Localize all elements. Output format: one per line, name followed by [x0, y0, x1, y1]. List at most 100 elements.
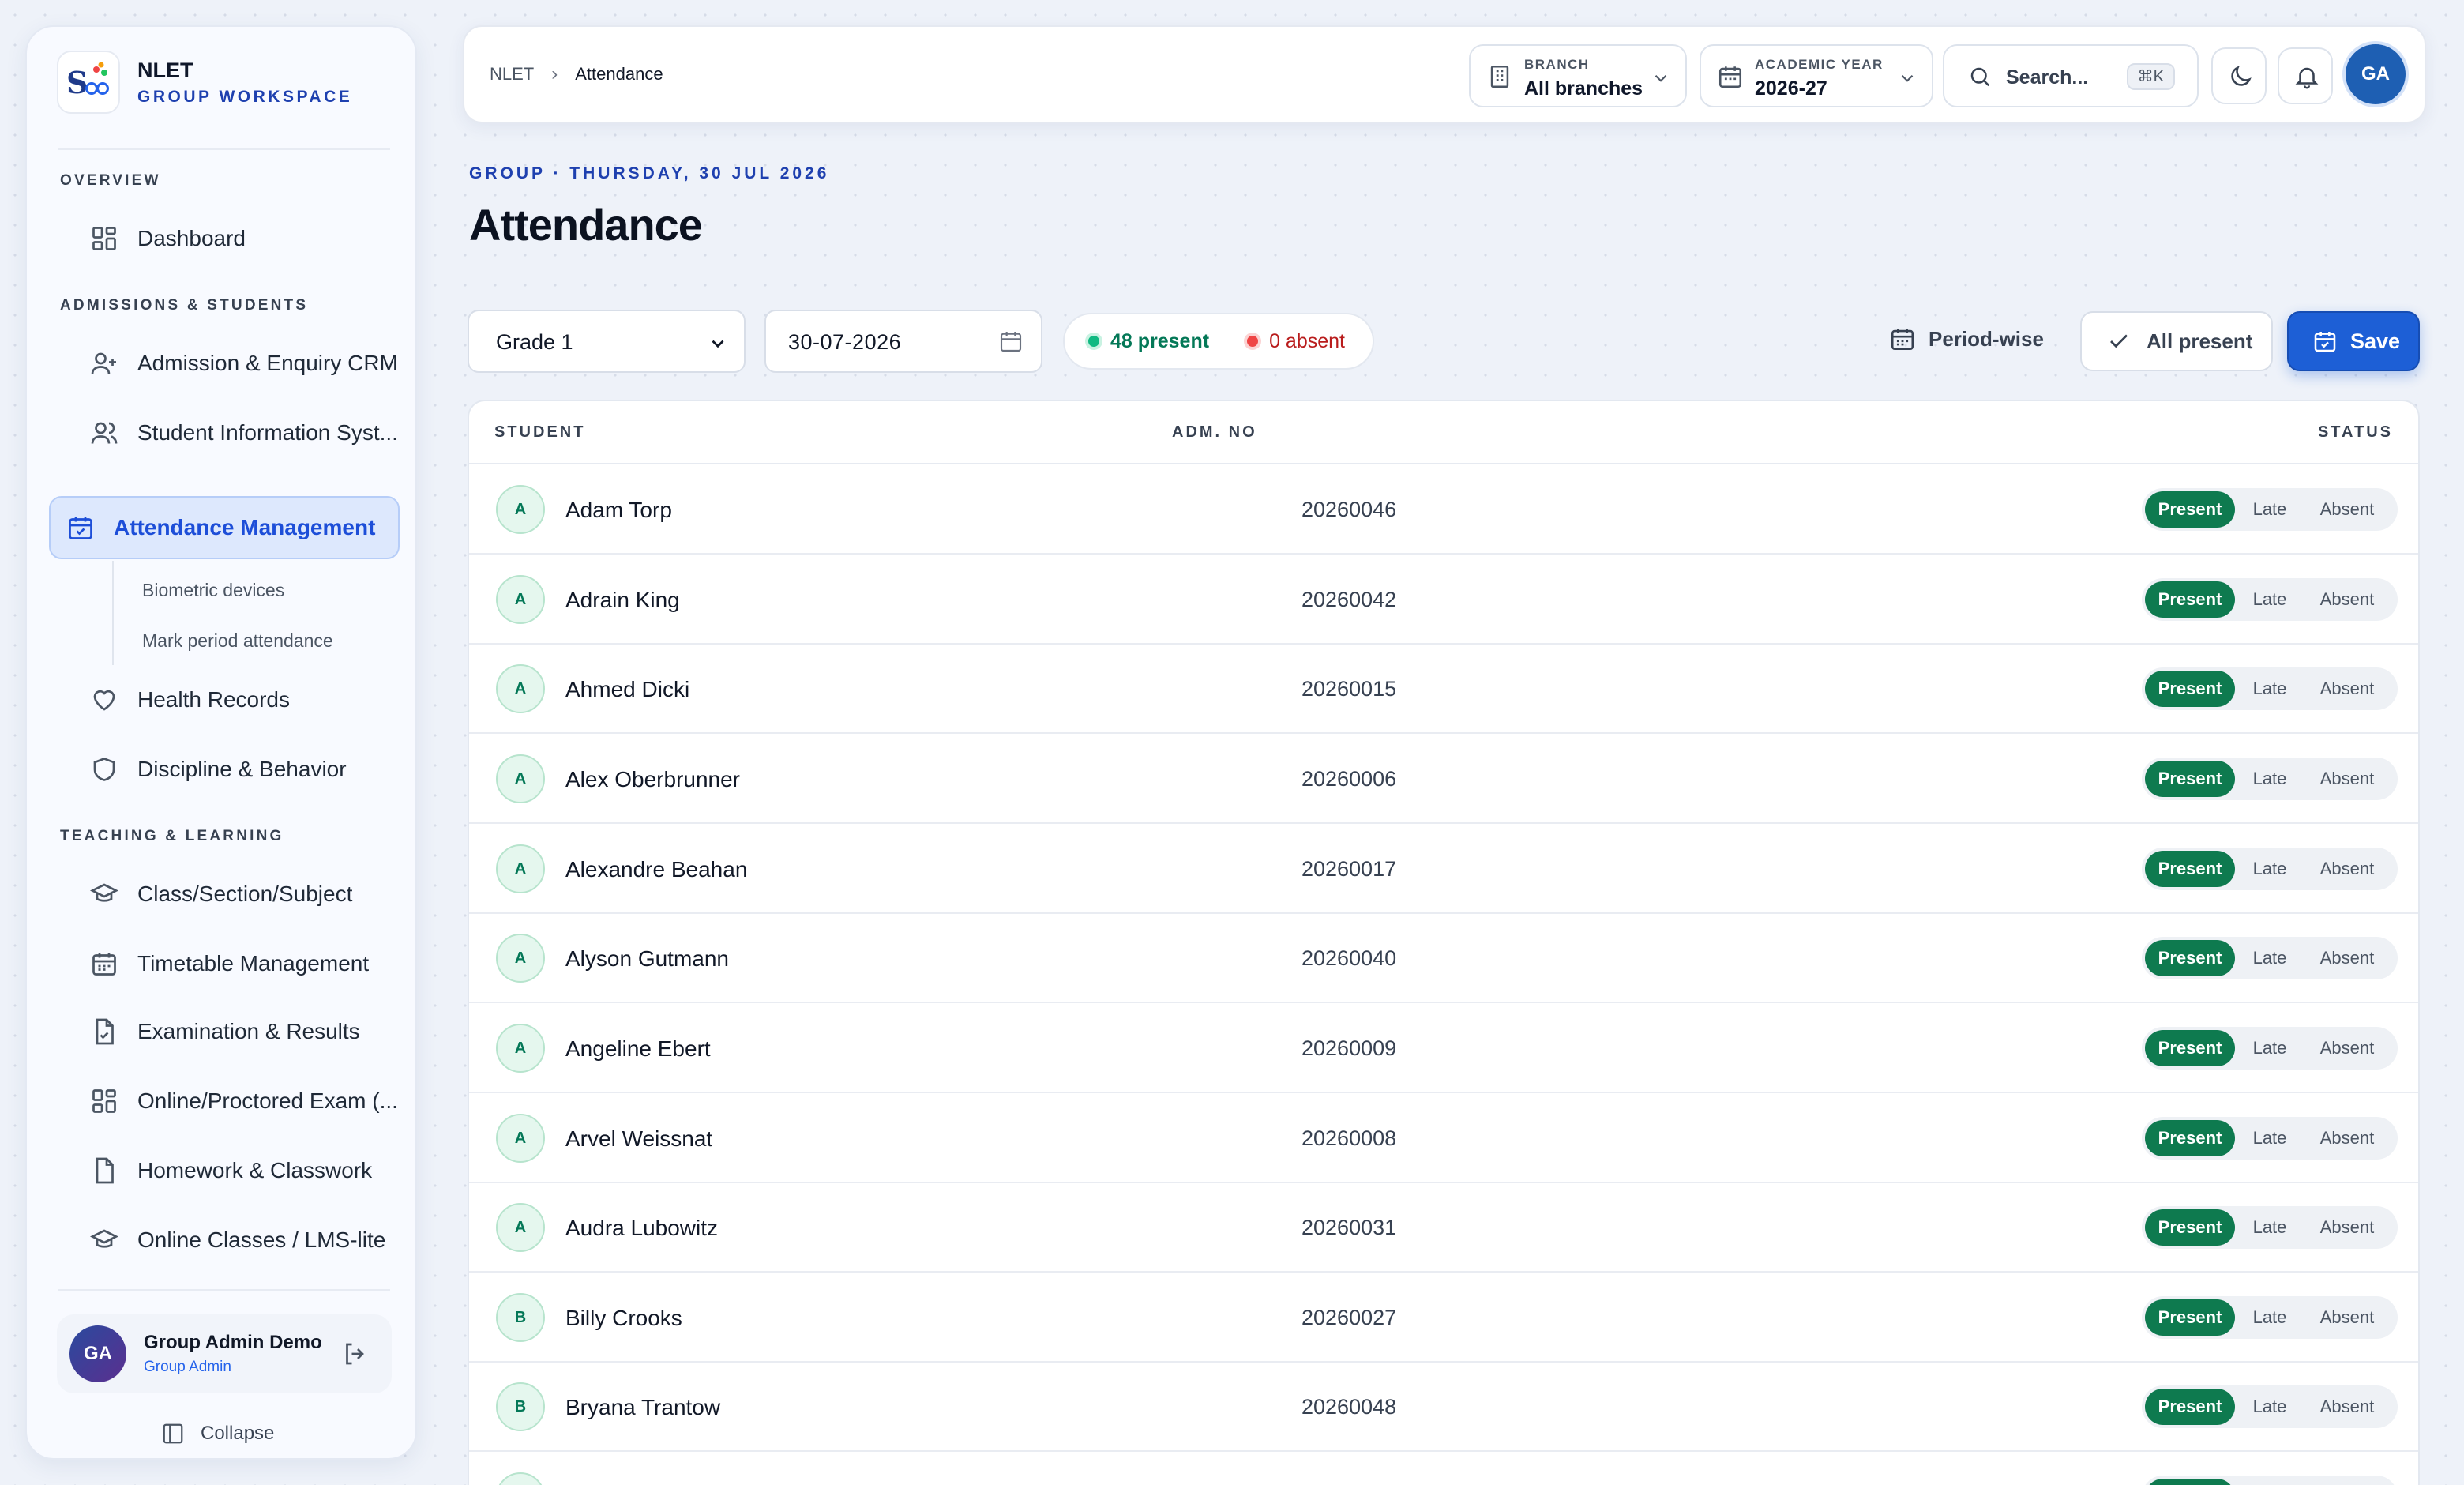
student-name[interactable]: Adrain King [565, 588, 680, 613]
student-name[interactable]: Adam Torp [565, 498, 672, 523]
subnav-line [112, 561, 114, 665]
logout-icon[interactable] [341, 1340, 370, 1368]
subnav-item-biometric-devices[interactable]: Biometric devices [142, 580, 284, 601]
branch-selector[interactable]: BRANCH All branches [1469, 44, 1687, 107]
all-present-button[interactable]: All present [2080, 311, 2273, 371]
status-present-button[interactable]: Present [2145, 1209, 2235, 1246]
status-late-button[interactable]: Late [2244, 1397, 2295, 1417]
calendar-icon [1891, 329, 1914, 351]
svg-text:S: S [66, 65, 88, 100]
student-name[interactable]: Angeline Ebert [565, 1036, 711, 1062]
status-late-button[interactable]: Late [2244, 589, 2295, 610]
brand[interactable]: S NLET GROUP WORKSPACE [57, 51, 352, 114]
status-present-button[interactable] [2145, 1479, 2235, 1485]
user-name: Group Admin Demo [144, 1332, 322, 1353]
table-header: STUDENT ADM. NO STATUS [469, 401, 2418, 464]
status-late-button[interactable]: Late [2244, 499, 2295, 520]
status-absent-button[interactable]: Absent [2308, 589, 2387, 610]
student-name[interactable]: Alyson Gutmann [565, 946, 729, 972]
status-absent-button[interactable]: Absent [2308, 859, 2387, 879]
chevron-down-icon [1901, 74, 1914, 82]
notifications-button[interactable] [2278, 47, 2333, 104]
status-absent-button[interactable]: Absent [2308, 679, 2387, 699]
student-name[interactable]: Bryana Trantow [565, 1395, 720, 1420]
status-absent-button[interactable]: Absent [2308, 1128, 2387, 1149]
status-present-button[interactable]: Present [2145, 851, 2235, 887]
status-absent-button[interactable]: Absent [2308, 499, 2387, 520]
status-present-button[interactable]: Present [2145, 761, 2235, 797]
sidebar-item-label: Timetable Management [137, 951, 370, 976]
status-present-button[interactable]: Present [2145, 1389, 2235, 1425]
chevron-right-icon: › [551, 63, 558, 85]
sidebar-item-admission-crm[interactable]: Admission & Enquiry CRM [49, 332, 400, 395]
table-row: A Adam Torp 20260046 Present Late Absent [469, 464, 2418, 555]
table-row: A Alex Oberbrunner 20260006 Present Late Abse… [469, 734, 2418, 824]
student-name[interactable]: Alexandre Beahan [565, 857, 747, 882]
status-absent-button[interactable]: Absent [2308, 1307, 2387, 1328]
status-absent-button[interactable]: Absent [2308, 1397, 2387, 1417]
student-name[interactable]: Ahmed Dicki [565, 677, 689, 702]
status-present-button[interactable]: Present [2145, 1299, 2235, 1336]
student-name[interactable]: Arvel Weissnat [565, 1126, 712, 1152]
file-icon [96, 1157, 114, 1184]
sidebar-item-discipline-behavior[interactable]: Discipline & Behavior [49, 738, 400, 801]
status-absent-button[interactable]: Absent [2308, 769, 2387, 789]
sidebar-item-student-information[interactable]: Student Information Syst... [49, 401, 400, 464]
sidebar-item-class-section-subject[interactable]: Class/Section/Subject [49, 863, 400, 926]
admission-number: 20260040 [1301, 946, 1397, 970]
student-name[interactable]: Billy Crooks [565, 1306, 682, 1331]
search-input[interactable]: Search... ⌘K [1943, 44, 2199, 107]
status-late-button[interactable]: Late [2244, 948, 2295, 968]
status-present-button[interactable]: Present [2145, 1120, 2235, 1156]
sidebar-item-attendance-management[interactable]: Attendance Management [49, 496, 400, 559]
breadcrumb-root[interactable]: NLET [490, 64, 534, 85]
status-present-button[interactable]: Present [2145, 1030, 2235, 1066]
user-card[interactable]: GA Group Admin Demo Group Admin [57, 1314, 392, 1393]
date-input[interactable]: 30-07-2026 [764, 310, 1042, 373]
sidebar-item-timetable[interactable]: Timetable Management [49, 932, 400, 995]
sidebar-item-health-records[interactable]: Health Records [49, 668, 400, 731]
status-late-button[interactable]: Late [2244, 1128, 2295, 1149]
status-absent-button[interactable]: Absent [2308, 1217, 2387, 1238]
sidebar-item-dashboard[interactable]: Dashboard [49, 207, 400, 270]
calendar-icon[interactable] [998, 329, 1024, 354]
admission-number: 20260027 [1301, 1306, 1397, 1329]
sidebar-item-online-classes[interactable]: Online Classes / LMS-lite [49, 1209, 400, 1272]
table-row: A Alyson Gutmann 20260040 Present Late Absent [469, 913, 2418, 1003]
sidebar-item-homework-classwork[interactable]: Homework & Classwork [49, 1139, 400, 1202]
avatar[interactable]: GA [2346, 44, 2406, 104]
status-late-button[interactable]: Late [2244, 859, 2295, 879]
status-present-button[interactable]: Present [2145, 491, 2235, 528]
collapse-label: Collapse [201, 1423, 275, 1444]
subnav-item-mark-period-attendance[interactable]: Mark period attendance [142, 630, 333, 652]
status-late-button[interactable]: Late [2244, 1307, 2295, 1328]
status-absent-button[interactable]: Absent [2308, 1038, 2387, 1058]
student-name[interactable]: Alex Oberbrunner [565, 767, 740, 792]
sidebar-item-examination-results[interactable]: Examination & Results [49, 1000, 400, 1063]
collapse-button[interactable]: Collapse [161, 1422, 274, 1446]
status-late-button[interactable]: Late [2244, 769, 2295, 789]
brand-logo: S [57, 51, 120, 114]
grade-select[interactable]: Grade 1 [468, 310, 746, 373]
table-row: B Bryana Trantow 20260048 Present Late Absent [469, 1362, 2418, 1452]
sidebar-item-online-proctored-exam[interactable]: Online/Proctored Exam (... [49, 1070, 400, 1133]
status-present-button[interactable]: Present [2145, 671, 2235, 707]
grid-icon [92, 1089, 116, 1113]
status-late-button[interactable]: Late [2244, 679, 2295, 699]
student-name[interactable]: Audra Lubowitz [565, 1216, 718, 1241]
status-toggle: Present Late Absent [2142, 488, 2398, 531]
status-late-button[interactable]: Late [2244, 1038, 2295, 1058]
status-toggle: Present Late Absent [2142, 1117, 2398, 1160]
column-adm-no: ADM. NO [1172, 423, 1257, 441]
period-wise-button[interactable]: Period-wise [1889, 325, 2044, 352]
status-present-button[interactable]: Present [2145, 581, 2235, 618]
status-absent-button[interactable]: Absent [2308, 948, 2387, 968]
column-student: STUDENT [494, 423, 586, 441]
academic-year-selector[interactable]: ACADEMIC YEAR 2026-27 [1700, 44, 1933, 107]
status-present-button[interactable]: Present [2145, 940, 2235, 976]
check-icon [2110, 334, 2128, 348]
theme-toggle-button[interactable] [2211, 47, 2267, 104]
status-late-button[interactable]: Late [2244, 1217, 2295, 1238]
save-button[interactable]: Save [2287, 311, 2420, 371]
table-row: A Audra Lubowitz 20260031 Present Late Absent [469, 1182, 2418, 1273]
